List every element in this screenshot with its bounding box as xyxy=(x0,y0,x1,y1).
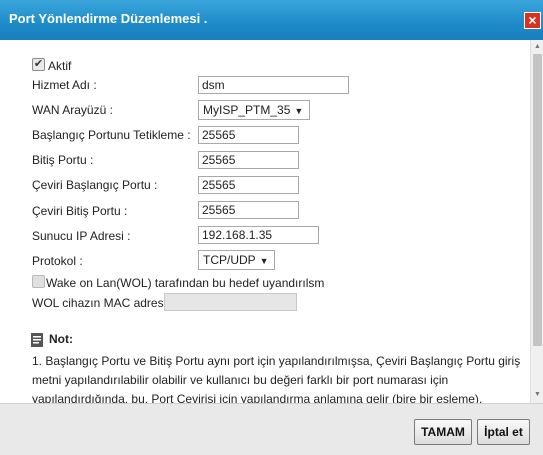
note-text: 1. Başlangıç Portu ve Bitiş Portu aynı p… xyxy=(32,354,521,403)
close-icon[interactable]: × xyxy=(524,12,541,29)
dialog-content: ✔ Aktif Hizmet Adı : WAN Arayüzü : MyISP… xyxy=(0,40,530,403)
scrollbar-thumb[interactable] xyxy=(533,54,542,346)
wol-label: Wake on Lan(WOL) tarafından bu hedef uya… xyxy=(46,276,325,290)
wan-interface-label: WAN Arayüzü : xyxy=(32,103,113,117)
protocol-select[interactable]: TCP/UDP ▼ xyxy=(198,250,275,270)
server-ip-input[interactable] xyxy=(198,226,319,244)
wol-mac-input[interactable] xyxy=(164,293,297,311)
service-name-label: Hizmet Adı : xyxy=(32,78,97,92)
scroll-up-icon[interactable]: ▲ xyxy=(533,42,542,52)
note-title: Not: xyxy=(49,332,73,346)
service-name-input[interactable] xyxy=(198,76,349,94)
start-port-input[interactable] xyxy=(198,126,299,144)
end-port-input[interactable] xyxy=(198,151,299,169)
wan-interface-value: MyISP_PTM_35 xyxy=(203,103,291,117)
wol-mac-label: WOL cihazın MAC adresi xyxy=(32,296,167,310)
end-port-label: Bitiş Portu : xyxy=(32,153,94,167)
ok-button[interactable]: TAMAM xyxy=(414,419,472,445)
port-forwarding-dialog: Port Yönlendirme Düzenlemesi . × ✔ Aktif… xyxy=(0,0,543,455)
active-label: Aktif xyxy=(48,59,72,73)
note-icon xyxy=(31,333,43,347)
translation-start-port-label: Çeviri Başlangıç Portu : xyxy=(32,178,158,192)
wol-checkbox[interactable] xyxy=(32,275,45,288)
scroll-down-icon[interactable]: ▼ xyxy=(533,390,542,400)
active-checkbox[interactable]: ✔ xyxy=(32,58,45,71)
start-port-label: Başlangıç Portunu Tetikleme : xyxy=(32,128,191,142)
wan-interface-select[interactable]: MyISP_PTM_35 ▼ xyxy=(198,100,310,120)
translation-end-port-label: Çeviri Bitiş Portu : xyxy=(32,204,128,218)
chevron-down-icon: ▼ xyxy=(294,106,304,116)
protocol-label: Protokol : xyxy=(32,254,83,268)
dialog-footer: TAMAM İptal et xyxy=(0,403,543,455)
dialog-title: Port Yönlendirme Düzenlemesi . xyxy=(9,11,208,26)
translation-end-port-input[interactable] xyxy=(198,201,299,219)
dialog-titlebar: Port Yönlendirme Düzenlemesi . × xyxy=(0,0,543,40)
server-ip-label: Sunucu IP Adresi : xyxy=(32,229,131,243)
protocol-value: TCP/UDP xyxy=(203,253,256,267)
vertical-scrollbar[interactable]: ▲ ▼ xyxy=(530,40,543,403)
chevron-down-icon: ▼ xyxy=(259,256,269,266)
cancel-button[interactable]: İptal et xyxy=(477,419,530,445)
translation-start-port-input[interactable] xyxy=(198,176,299,194)
